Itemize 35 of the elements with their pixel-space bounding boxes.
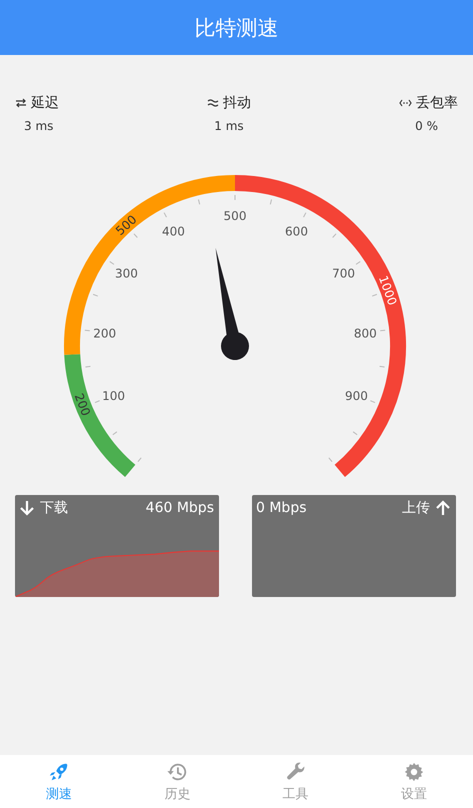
scale-label: 800 xyxy=(354,326,377,340)
panel-label: 下载 xyxy=(40,499,68,517)
stat-value: 0 % xyxy=(415,119,438,133)
scale-label: 500 xyxy=(224,209,246,223)
scale-label: 200 xyxy=(93,326,116,340)
stat-value: 1 ms xyxy=(214,119,244,133)
nav-tab[interactable]: 测速 xyxy=(0,755,118,808)
wave-icon xyxy=(207,98,219,108)
wrench-icon xyxy=(284,760,307,782)
scale-label: 900 xyxy=(345,389,368,404)
band-label: 500 xyxy=(113,212,140,238)
nav-tab[interactable]: 设置 xyxy=(354,755,473,808)
nav-tab[interactable]: 历史 xyxy=(118,755,236,808)
settings-icon xyxy=(402,760,425,782)
scale-label: 600 xyxy=(285,224,308,238)
speed-reading: 0 Mbps xyxy=(256,500,307,516)
scale-label: 100 xyxy=(102,389,125,404)
dotted-arrows-icon xyxy=(399,98,412,108)
down-arrow-icon xyxy=(19,500,35,516)
speed-reading: 460 Mbps xyxy=(146,500,214,516)
band-label: 1000 xyxy=(376,274,400,308)
stat-label: 丢包率 xyxy=(416,94,458,112)
panel-label: 上传 xyxy=(402,499,430,517)
scale-label: 700 xyxy=(332,266,356,281)
band-label: 200 xyxy=(72,391,93,418)
up-arrow-icon xyxy=(435,500,451,516)
app-title: 比特测速 xyxy=(194,14,278,42)
scale-label: 300 xyxy=(114,266,138,281)
swap-arrows-icon xyxy=(15,98,27,108)
nav-tab[interactable]: 工具 xyxy=(236,755,355,808)
stat-label: 延迟 xyxy=(31,94,59,112)
history-clock-icon xyxy=(166,760,188,782)
stat-value: 3 ms xyxy=(24,119,54,133)
stat-label: 抖动 xyxy=(223,94,251,112)
scale-label: 400 xyxy=(162,224,185,238)
